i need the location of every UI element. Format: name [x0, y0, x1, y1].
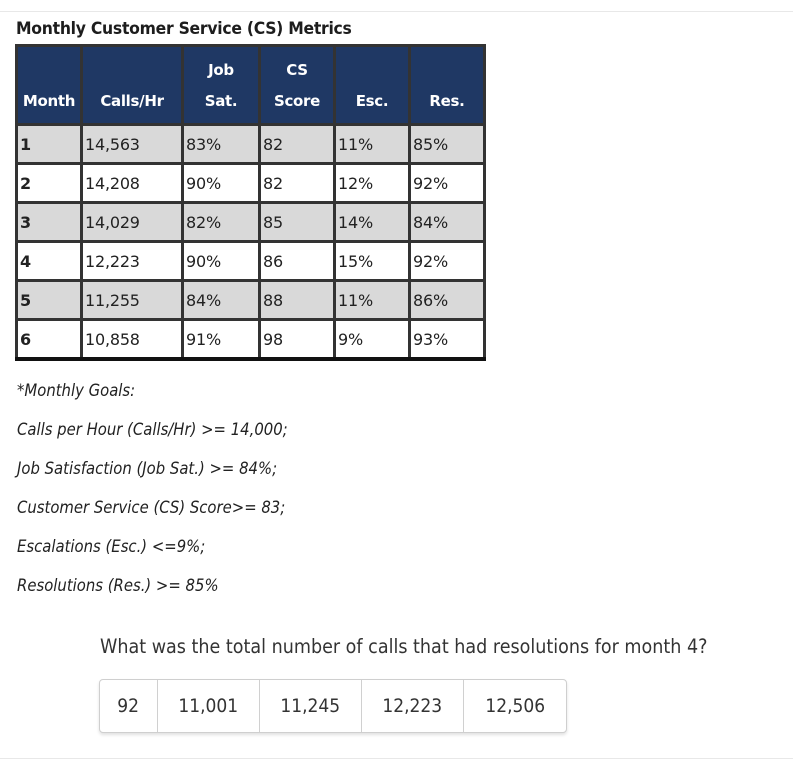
cell-cs-score: 82 [258, 162, 336, 204]
cell-cs-score: 82 [258, 123, 336, 165]
table-row: 4 12,223 90% 86 15% 92% [15, 240, 486, 282]
goal-item: Job Satisfaction (Job Sat.) >= 84%; [17, 459, 278, 478]
question-text: What was the total number of calls that … [100, 635, 708, 658]
cell-esc: 9% [333, 318, 411, 361]
cell-esc: 11% [333, 279, 411, 321]
cell-month: 2 [15, 162, 83, 204]
cell-cs-score: 88 [258, 279, 336, 321]
cell-month: 3 [15, 201, 83, 243]
cell-res: 86% [408, 279, 486, 321]
table-row: 6 10,858 91% 98 9% 93% [15, 318, 486, 361]
cell-month: 5 [15, 279, 83, 321]
cell-esc: 11% [333, 123, 411, 165]
header-calls-hr: Calls/Hr [80, 44, 184, 126]
header-month: Month [15, 44, 83, 126]
table-row: 5 11,255 84% 88 11% 86% [15, 279, 486, 321]
answer-choice-button[interactable]: 11,001 [157, 680, 259, 732]
answer-choice-button[interactable]: 12,223 [361, 680, 463, 732]
header-esc: Esc. [333, 44, 411, 126]
cell-month: 4 [15, 240, 83, 282]
bottom-divider [0, 758, 793, 759]
cell-calls-hr: 14,029 [80, 201, 184, 243]
answer-choice-label: 12,506 [485, 695, 545, 717]
header-job-sat: Job Sat. [181, 44, 261, 126]
header-res: Res. [408, 44, 486, 126]
answer-choices: 92 11,001 11,245 12,223 12,506 [99, 679, 567, 733]
cell-esc: 12% [333, 162, 411, 204]
cell-calls-hr: 14,563 [80, 123, 184, 165]
table-row: 3 14,029 82% 85 14% 84% [15, 201, 486, 243]
cell-cs-score: 98 [258, 318, 336, 361]
cell-esc: 14% [333, 201, 411, 243]
cell-month: 1 [15, 123, 83, 165]
monthly-goals: *Monthly Goals: Calls per Hour (Calls/Hr… [17, 378, 288, 612]
goal-item: Calls per Hour (Calls/Hr) >= 14,000; [17, 420, 288, 439]
goal-item: Resolutions (Res.) >= 85% [17, 576, 219, 595]
cell-job-sat: 90% [181, 240, 261, 282]
cell-res: 92% [408, 162, 486, 204]
cell-job-sat: 83% [181, 123, 261, 165]
table-header-row: Month Calls/Hr Job Sat. CS Score Esc. Res. [15, 44, 486, 126]
cell-cs-score: 86 [258, 240, 336, 282]
header-cs-score: CS Score [258, 44, 336, 126]
table-title: Monthly Customer Service (CS) Metrics [16, 19, 352, 39]
cell-calls-hr: 10,858 [80, 318, 184, 361]
cell-month: 6 [15, 318, 83, 361]
table-row: 2 14,208 90% 82 12% 92% [15, 162, 486, 204]
metrics-table: Month Calls/Hr Job Sat. CS Score Esc. Res.… [15, 44, 486, 361]
goal-item: Escalations (Esc.) <=9%; [17, 537, 206, 556]
cell-esc: 15% [333, 240, 411, 282]
cell-res: 84% [408, 201, 486, 243]
table-row: 1 14,563 83% 82 11% 85% [15, 123, 486, 165]
cell-job-sat: 82% [181, 201, 261, 243]
cell-job-sat: 91% [181, 318, 261, 361]
answer-choice-label: 11,001 [178, 695, 239, 717]
goals-heading: *Monthly Goals: [17, 381, 136, 400]
answer-choice-label: 11,245 [280, 695, 341, 717]
answer-choice-label: 12,223 [382, 695, 443, 717]
top-divider [0, 11, 793, 12]
cell-job-sat: 90% [181, 162, 261, 204]
answer-choice-button[interactable]: 12,506 [463, 680, 566, 732]
cell-cs-score: 85 [258, 201, 336, 243]
cell-calls-hr: 11,255 [80, 279, 184, 321]
answer-choice-label: 92 [117, 695, 140, 717]
answer-choice-button[interactable]: 92 [100, 680, 157, 732]
cell-job-sat: 84% [181, 279, 261, 321]
cell-calls-hr: 14,208 [80, 162, 184, 204]
goal-item: Customer Service (CS) Score>= 83; [17, 498, 286, 517]
cell-calls-hr: 12,223 [80, 240, 184, 282]
cell-res: 93% [408, 318, 486, 361]
answer-choice-button[interactable]: 11,245 [259, 680, 361, 732]
cell-res: 92% [408, 240, 486, 282]
cell-res: 85% [408, 123, 486, 165]
